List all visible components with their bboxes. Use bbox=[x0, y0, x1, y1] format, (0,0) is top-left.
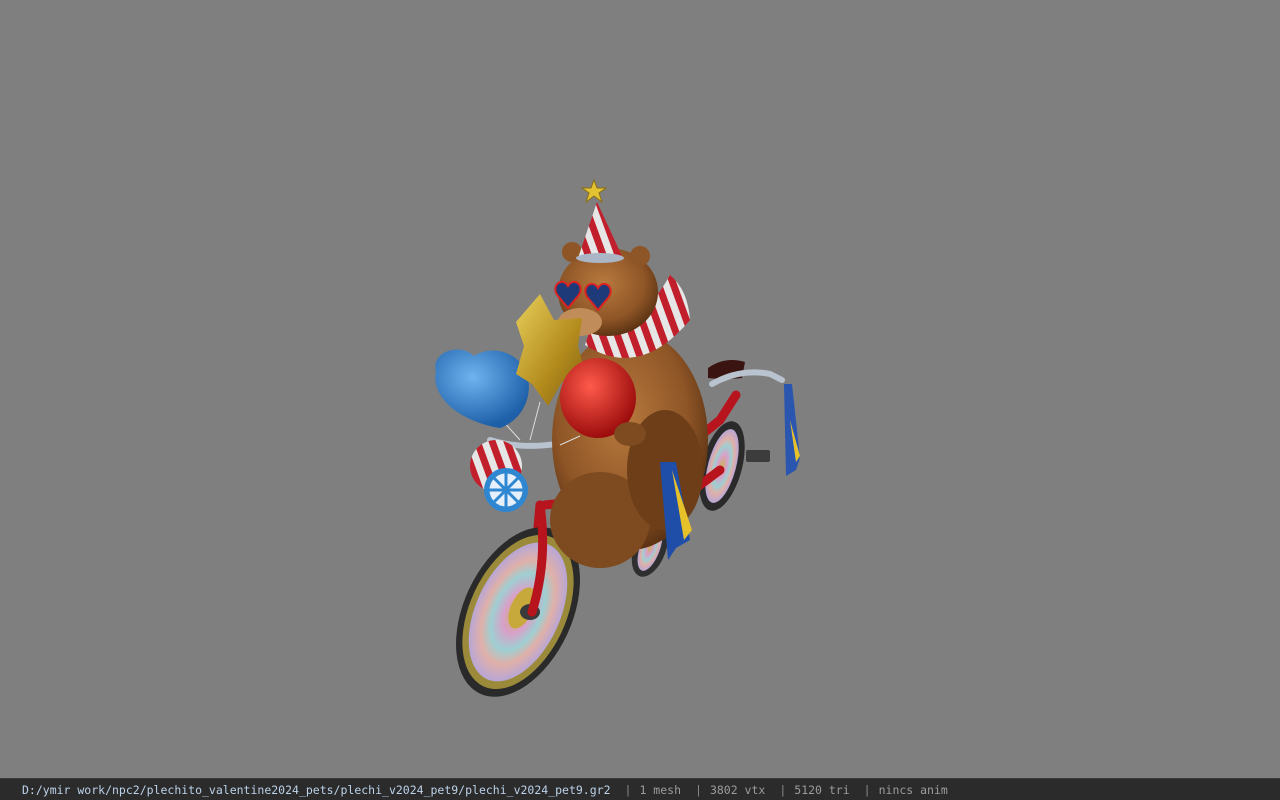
bear-paw bbox=[614, 422, 646, 446]
separator: | bbox=[695, 782, 702, 797]
status-bar: D:/ymir work/npc2/plechito_valentine2024… bbox=[0, 778, 1280, 800]
model-viewport[interactable] bbox=[0, 0, 1280, 778]
separator: | bbox=[624, 782, 632, 797]
heart-balloon-blue bbox=[435, 349, 529, 428]
triangle-count: 5120 tri bbox=[794, 782, 850, 797]
party-hat bbox=[576, 178, 624, 263]
candy-decorations bbox=[470, 440, 528, 512]
mesh-count: 1 mesh bbox=[639, 782, 681, 797]
separator: | bbox=[779, 782, 787, 797]
bear-bicycle-model bbox=[435, 178, 800, 697]
file-path: D:/ymir work/npc2/plechito_valentine2024… bbox=[22, 782, 611, 797]
separator: | bbox=[863, 782, 871, 797]
pedal bbox=[746, 450, 770, 462]
vertex-count: 3802 vtx bbox=[709, 782, 766, 797]
animation-status: nincs anim bbox=[878, 782, 948, 797]
